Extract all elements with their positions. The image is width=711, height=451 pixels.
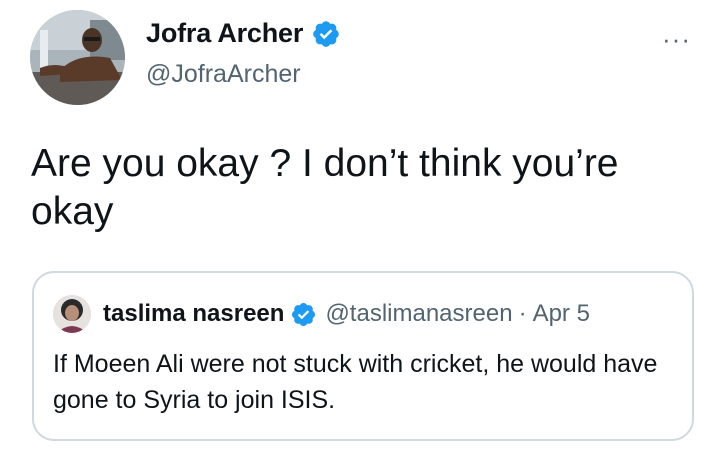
quoted-separator: · [518, 300, 527, 327]
quoted-author-name[interactable]: taslima nasreen [103, 300, 284, 328]
verified-badge-icon [311, 19, 341, 49]
quoted-tweet-date[interactable]: Apr 5 [533, 300, 590, 328]
quoted-verified-badge-icon [290, 301, 317, 328]
quoted-author-avatar[interactable] [53, 295, 91, 333]
quoted-author-handle[interactable]: @taslimanasreen [325, 300, 512, 328]
author-handle[interactable]: @JofraArcher [146, 60, 301, 89]
quoted-tweet-header: taslima nasreen @taslimanasreen · Apr 5 [53, 295, 590, 333]
author-display-name[interactable]: Jofra Archer [146, 18, 303, 49]
avatar-image [30, 10, 125, 105]
quoted-tweet[interactable]: taslima nasreen @taslimanasreen · Apr 5 … [32, 271, 694, 441]
quoted-avatar-image [53, 295, 91, 333]
tweet-body-text: Are you okay ? I don’t think you’re okay [31, 142, 619, 233]
quoted-tweet-text: If Moeen Ali were not stuck with cricket… [53, 350, 658, 414]
tweet-card: Jofra Archer @JofraArcher ··· Are you ok… [0, 0, 711, 451]
more-options-icon[interactable]: ··· [662, 26, 691, 52]
author-name-row: Jofra Archer [146, 18, 341, 49]
author-avatar[interactable] [30, 10, 125, 105]
